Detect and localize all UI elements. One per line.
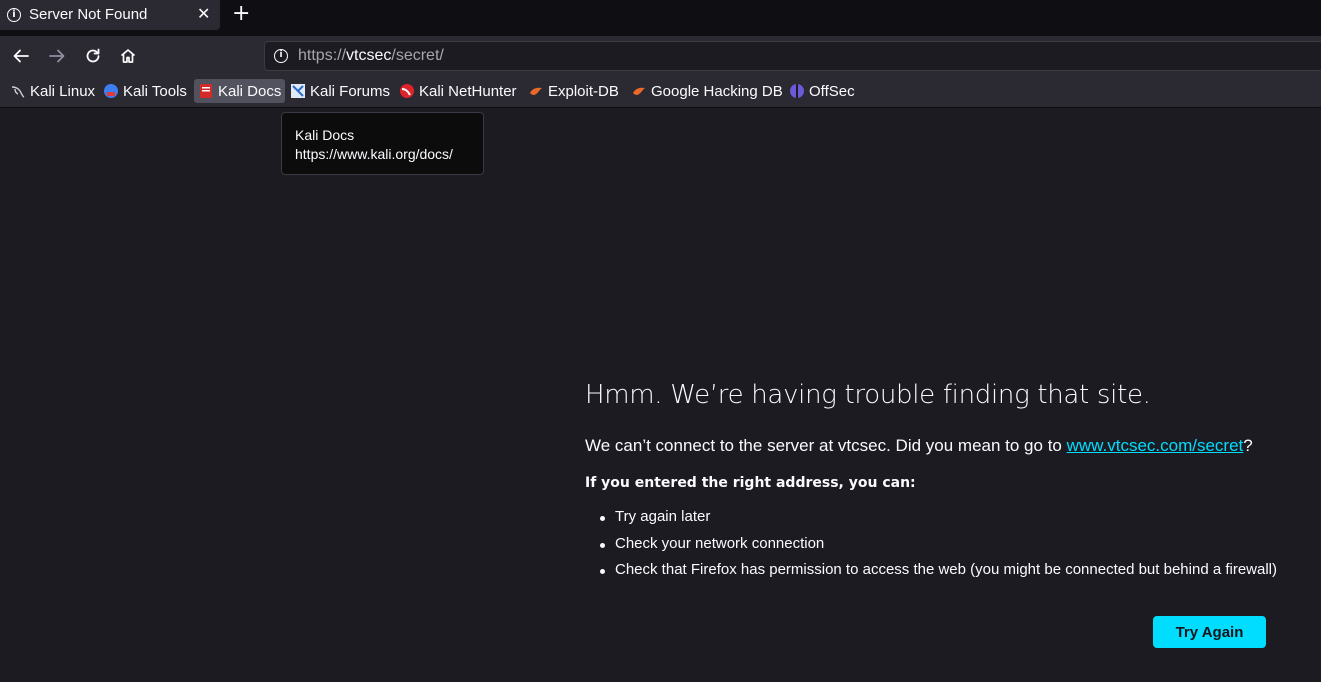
kali-docs-icon [200,84,212,98]
list-item: Try again later [600,508,1277,535]
offsec-icon [790,84,804,98]
bookmark-label: Kali Forums [310,82,391,100]
bookmark-tooltip: Kali Docs https://www.kali.org/docs/ [281,112,484,175]
bookmark-label: Exploit-DB [548,82,619,100]
info-icon: i [7,8,21,22]
bookmark-label: Kali NetHunter [419,82,517,100]
bookmark-label: OffSec [809,82,855,100]
kali-forums-icon [291,84,305,98]
bookmark-kali-docs[interactable]: Kali Docs [194,79,286,103]
error-message: We can’t connect to the server at vtcsec… [585,436,1253,456]
home-icon [120,49,136,63]
ghdb-icon [633,87,645,95]
list-item: Check your network connection [600,535,1277,562]
bookmark-kali-linux[interactable]: Kali Linux [6,79,99,103]
error-message-text: We can’t connect to the server at vtcsec… [585,436,1067,455]
kali-nethunter-icon [400,84,414,98]
reload-icon [86,48,100,63]
error-title: Hmm. We’re having trouble finding that s… [585,380,1151,410]
bookmark-kali-nethunter[interactable]: Kali NetHunter [395,79,521,103]
reload-button[interactable] [81,44,105,68]
suggestion-link[interactable]: www.vtcsec.com/secret [1067,436,1244,455]
site-info-icon[interactable]: i [274,49,288,63]
suggestion-list: Try again later Check your network conne… [600,508,1277,588]
url-bar[interactable]: i https://vtcsec/secret/ [264,41,1321,71]
tooltip-url: https://www.kali.org/docs/ [295,146,453,162]
bookmark-label: Kali Tools [123,82,187,100]
bookmark-label: Google Hacking DB [651,82,783,100]
bookmark-kali-tools[interactable]: Kali Tools [99,79,191,103]
list-item: Check that Firefox has permission to acc… [600,561,1277,588]
error-subtitle: If you entered the right address, you ca… [585,475,916,491]
tooltip-title: Kali Docs [295,127,355,143]
bookmark-offsec[interactable]: OffSec [785,79,859,103]
close-tab-icon[interactable]: ✕ [197,4,210,24]
forward-arrow-icon [49,49,65,63]
bookmark-exploit-db[interactable]: Exploit-DB [524,79,623,103]
kali-tools-icon [104,84,118,98]
bookmark-google-hacking-db[interactable]: Google Hacking DB [627,79,787,103]
tab-server-not-found[interactable]: i Server Not Found ✕ [0,0,220,30]
exploit-db-icon [530,87,542,95]
bookmark-kali-forums[interactable]: Kali Forums [286,79,394,103]
forward-button[interactable] [45,44,69,68]
url-host: vtcsec [346,47,392,64]
url-path: /secret/ [391,47,444,64]
home-button[interactable] [116,44,140,68]
tab-strip: i Server Not Found ✕ + [0,0,1321,36]
tab-title: Server Not Found [29,6,148,23]
url-text[interactable]: https://vtcsec/secret/ [298,47,444,65]
bookmark-label: Kali Linux [30,82,96,100]
error-message-end: ? [1243,436,1253,455]
kali-dragon-icon [11,86,25,98]
bookmarks-toolbar: Kali Linux Kali Tools Kali Docs Kali For… [0,76,1321,108]
url-prefix: https:// [298,47,347,64]
back-arrow-icon [13,49,29,63]
new-tab-button[interactable]: + [232,2,250,26]
bookmark-label: Kali Docs [218,82,282,100]
back-button[interactable] [9,44,33,68]
try-again-button[interactable]: Try Again [1153,616,1266,648]
